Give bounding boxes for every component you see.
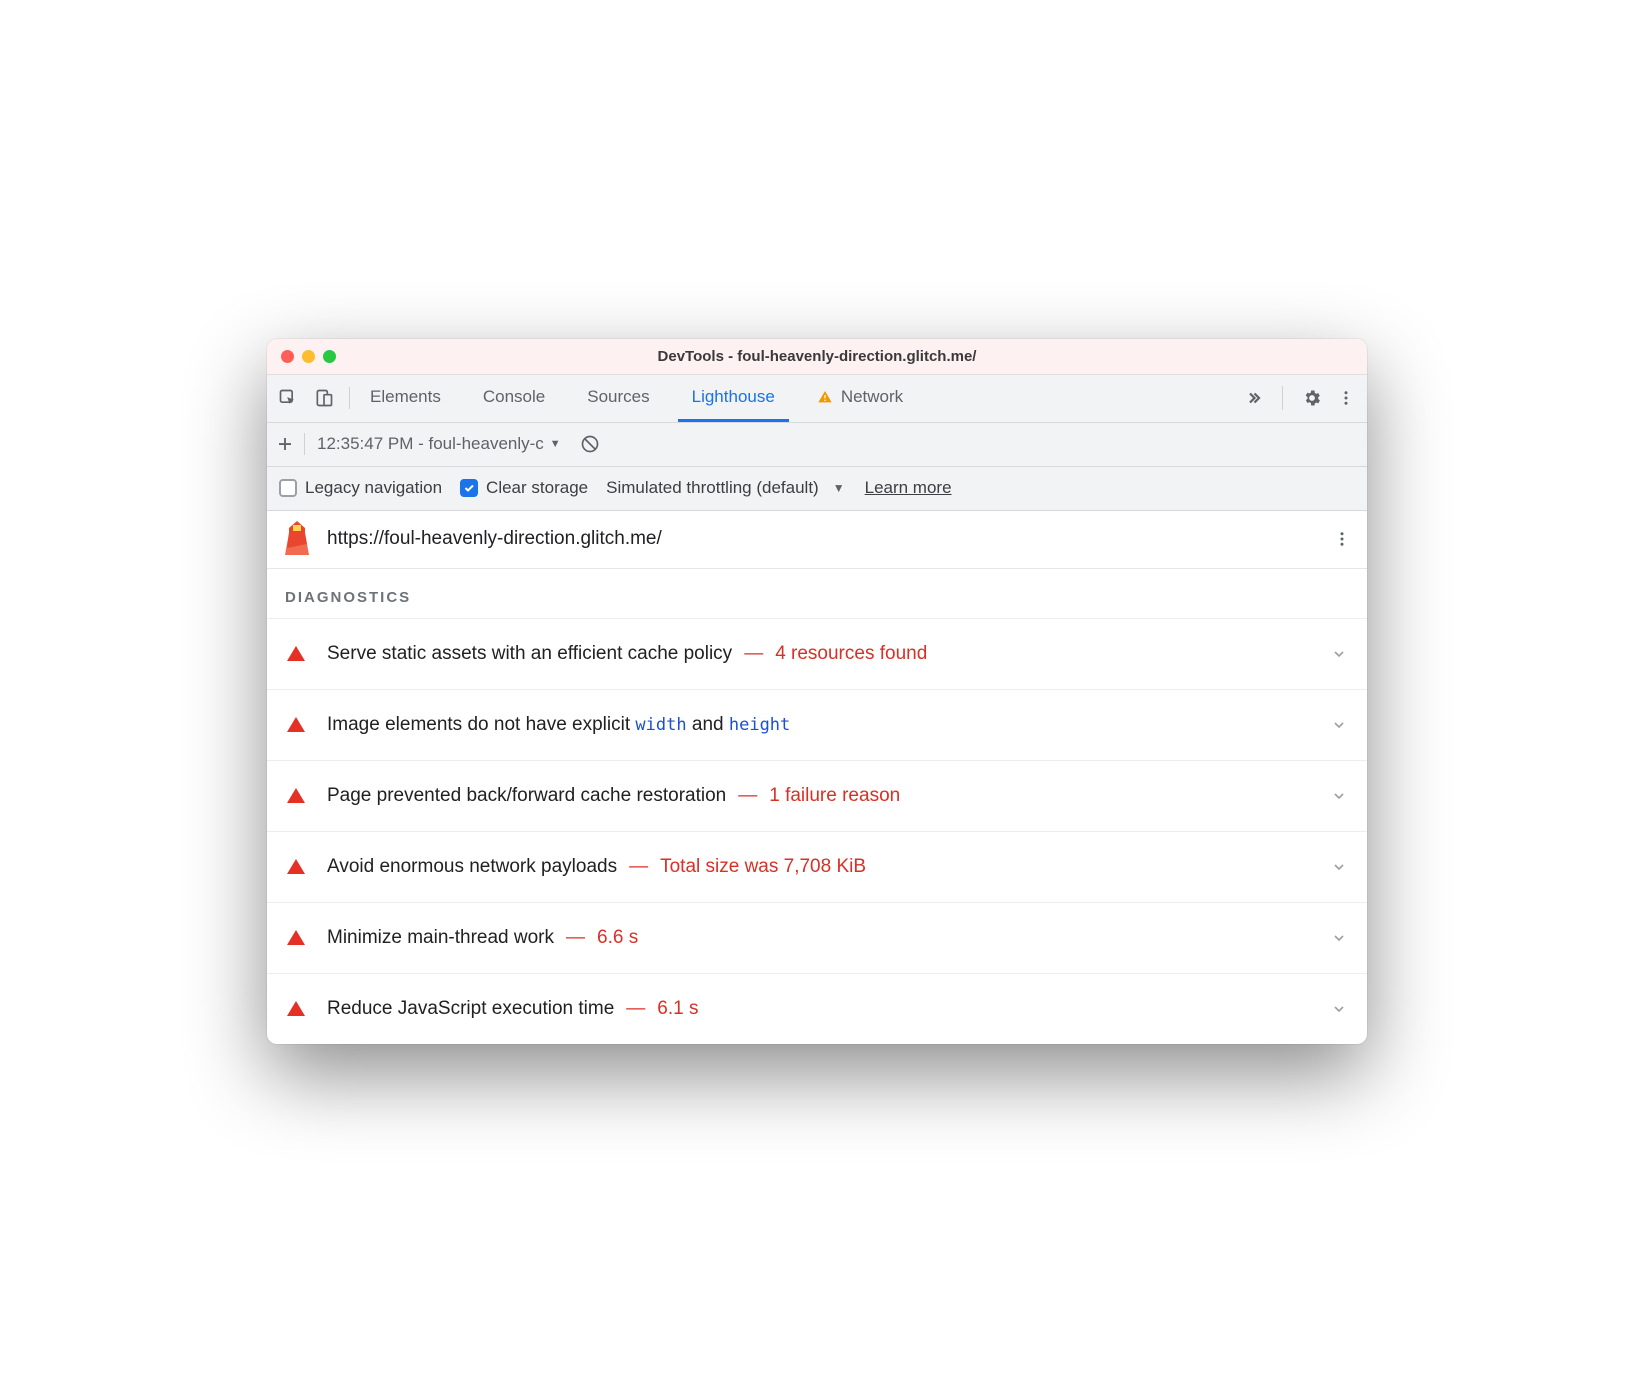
lighthouse-options: Legacy navigation Clear storage Simulate… <box>267 467 1367 511</box>
audit-title: Serve static assets with an efficient ca… <box>327 643 732 665</box>
audit-row[interactable]: Minimize main-thread work — 6.6 s <box>267 902 1367 973</box>
learn-more-link[interactable]: Learn more <box>865 478 952 498</box>
tab-console[interactable]: Console <box>469 374 559 422</box>
more-options-icon[interactable] <box>1335 387 1357 409</box>
tab-network[interactable]: Network <box>803 374 917 422</box>
dash: — <box>629 856 648 878</box>
audit-text: Image elements do not have explicit widt… <box>327 714 1309 736</box>
window-title: DevTools - foul-heavenly-direction.glitc… <box>267 348 1367 365</box>
report-url-bar: https://foul-heavenly-direction.glitch.m… <box>267 511 1367 569</box>
tab-label: Sources <box>587 387 649 407</box>
checkbox-icon <box>279 479 297 497</box>
chevron-down-icon <box>1331 788 1347 804</box>
audit-title: Page prevented back/forward cache restor… <box>327 785 726 807</box>
audit-title: Avoid enormous network payloads <box>327 856 617 878</box>
checkbox-label: Clear storage <box>486 478 588 498</box>
titlebar: DevTools - foul-heavenly-direction.glitc… <box>267 339 1367 375</box>
chevron-down-icon <box>1331 859 1347 875</box>
audit-title: Image elements do not have explicit widt… <box>327 714 790 736</box>
audit-row[interactable]: Image elements do not have explicit widt… <box>267 689 1367 760</box>
more-tabs-icon[interactable] <box>1242 387 1264 409</box>
throttling-label: Simulated throttling (default) <box>606 478 819 498</box>
legacy-navigation-checkbox[interactable]: Legacy navigation <box>279 478 442 498</box>
checkbox-label: Legacy navigation <box>305 478 442 498</box>
code-token: width <box>635 715 686 735</box>
clear-all-icon[interactable] <box>579 433 601 455</box>
audit-detail: Total size was 7,708 KiB <box>660 856 866 878</box>
devtools-tabbar: Elements Console Sources Lighthouse Netw… <box>267 375 1367 423</box>
devtools-window: DevTools - foul-heavenly-direction.glitc… <box>267 339 1367 1044</box>
report-url: https://foul-heavenly-direction.glitch.m… <box>327 528 1317 550</box>
fail-triangle-icon <box>287 859 305 874</box>
chevron-down-icon: ▼ <box>833 481 845 495</box>
audit-row[interactable]: Reduce JavaScript execution time — 6.1 s <box>267 973 1367 1044</box>
close-window-button[interactable] <box>281 350 294 363</box>
chevron-down-icon <box>1331 717 1347 733</box>
audit-detail: 4 resources found <box>775 643 927 665</box>
chevron-down-icon <box>1331 930 1347 946</box>
tab-label: Lighthouse <box>692 387 775 407</box>
minimize-window-button[interactable] <box>302 350 315 363</box>
report-selector-label: 12:35:47 PM - foul-heavenly-c <box>317 434 544 454</box>
new-report-button[interactable] <box>276 433 294 455</box>
dash: — <box>738 785 757 807</box>
clear-storage-checkbox[interactable]: Clear storage <box>460 478 588 498</box>
fail-triangle-icon <box>287 717 305 732</box>
fail-triangle-icon <box>287 646 305 661</box>
fail-triangle-icon <box>287 930 305 945</box>
dash: — <box>744 643 763 665</box>
dash: — <box>566 927 585 949</box>
diagnostics-list: Serve static assets with an efficient ca… <box>267 618 1367 1044</box>
report-selector[interactable]: 12:35:47 PM - foul-heavenly-c ▼ <box>317 434 561 454</box>
fail-triangle-icon <box>287 1001 305 1016</box>
audit-row[interactable]: Serve static assets with an efficient ca… <box>267 618 1367 689</box>
divider <box>1282 386 1283 410</box>
checkbox-checked-icon <box>460 479 478 497</box>
tab-sources[interactable]: Sources <box>573 374 663 422</box>
settings-icon[interactable] <box>1301 387 1323 409</box>
diagnostics-heading: DIAGNOSTICS <box>267 569 1367 618</box>
audit-detail: 6.1 s <box>657 998 698 1020</box>
tab-elements[interactable]: Elements <box>356 374 455 422</box>
lighthouse-icon <box>281 523 313 555</box>
dash: — <box>626 998 645 1020</box>
tab-label: Network <box>841 387 903 407</box>
lighthouse-toolbar: 12:35:47 PM - foul-heavenly-c ▼ <box>267 423 1367 467</box>
tab-lighthouse[interactable]: Lighthouse <box>678 374 789 422</box>
audit-row[interactable]: Avoid enormous network payloads — Total … <box>267 831 1367 902</box>
audit-title: Reduce JavaScript execution time <box>327 998 614 1020</box>
audit-text: Minimize main-thread work — 6.6 s <box>327 927 1309 949</box>
code-token: height <box>729 715 790 735</box>
fail-triangle-icon <box>287 788 305 803</box>
audit-title: Minimize main-thread work <box>327 927 554 949</box>
throttling-selector[interactable]: Simulated throttling (default) ▼ <box>606 478 845 498</box>
tab-label: Console <box>483 387 545 407</box>
chevron-down-icon: ▼ <box>550 438 561 450</box>
window-controls <box>267 350 336 363</box>
report-menu-icon[interactable] <box>1331 530 1353 548</box>
inspect-element-icon[interactable] <box>277 387 299 409</box>
chevron-down-icon <box>1331 1001 1347 1017</box>
zoom-window-button[interactable] <box>323 350 336 363</box>
audit-detail: 6.6 s <box>597 927 638 949</box>
warning-icon <box>817 389 833 405</box>
chevron-down-icon <box>1331 646 1347 662</box>
tab-label: Elements <box>370 387 441 407</box>
device-toolbar-icon[interactable] <box>313 387 335 409</box>
audit-text: Reduce JavaScript execution time — 6.1 s <box>327 998 1309 1020</box>
panel-tabs: Elements Console Sources Lighthouse Netw… <box>356 374 1242 422</box>
audit-text: Avoid enormous network payloads — Total … <box>327 856 1309 878</box>
audit-detail: 1 failure reason <box>769 785 900 807</box>
audit-row[interactable]: Page prevented back/forward cache restor… <box>267 760 1367 831</box>
audit-text: Page prevented back/forward cache restor… <box>327 785 1309 807</box>
audit-text: Serve static assets with an efficient ca… <box>327 643 1309 665</box>
